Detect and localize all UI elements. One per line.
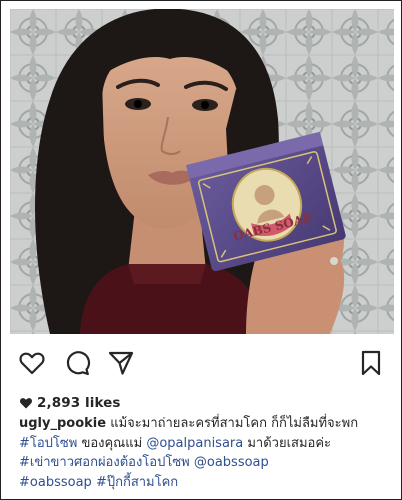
post-photo[interactable]: OABS SOAP xyxy=(10,9,394,334)
like-button[interactable] xyxy=(18,349,46,377)
caption-text: ของคุณแม่ xyxy=(77,435,147,451)
share-icon xyxy=(108,351,134,375)
hashtag-link[interactable]: #oabssoap xyxy=(19,475,92,490)
mention-link[interactable]: @opalpanisara xyxy=(146,436,243,451)
likes-row[interactable]: 2,893 likes xyxy=(19,393,121,413)
heart-filled-icon xyxy=(20,398,32,409)
hashtag-link[interactable]: #ปุ๊กกี้สามโคก xyxy=(96,475,178,490)
caption-line-2: #โอปโซพ ของคุณแม่ @opalpanisara มาด้วยเส… xyxy=(19,434,395,454)
selfie-with-soap-image: OABS SOAP xyxy=(10,9,394,334)
comment-icon xyxy=(66,351,91,376)
caption-line-3: #เข่าขาวศอกผ่องต้องโอปโซพ @oabssoap xyxy=(19,453,395,473)
post-caption: ugly_pookie แม้จะมาถ่ายละครที่สามโคก ก็ก… xyxy=(19,414,395,492)
instagram-post: OABS SOAP 2,893 likes ugly_pookie แม้จะม… xyxy=(0,0,402,500)
hashtag-link[interactable]: #โอปโซพ xyxy=(19,436,77,451)
username-link[interactable]: ugly_pookie xyxy=(19,416,106,431)
caption-text: แม้จะมาถ่ายละครที่สามโคก ก็ก็ไม่ลืมที่จะ… xyxy=(106,416,359,431)
mention-link[interactable]: @oabssoap xyxy=(194,455,269,470)
caption-text: มาด้วยเสมอค่ะ xyxy=(243,435,332,451)
post-action-bar xyxy=(1,341,401,381)
bookmark-icon xyxy=(361,350,381,376)
share-button[interactable] xyxy=(107,349,135,377)
hashtag-link[interactable]: #เข่าขาวศอกผ่องต้องโอปโซพ xyxy=(19,455,190,470)
heart-outline-icon xyxy=(19,352,45,375)
save-button[interactable] xyxy=(357,349,385,377)
comment-button[interactable] xyxy=(63,349,91,377)
caption-line-4: #oabssoap #ปุ๊กกี้สามโคก xyxy=(19,473,395,493)
likes-count: 2,893 likes xyxy=(37,395,121,411)
caption-line-1: ugly_pookie แม้จะมาถ่ายละครที่สามโคก ก็ก… xyxy=(19,414,395,434)
